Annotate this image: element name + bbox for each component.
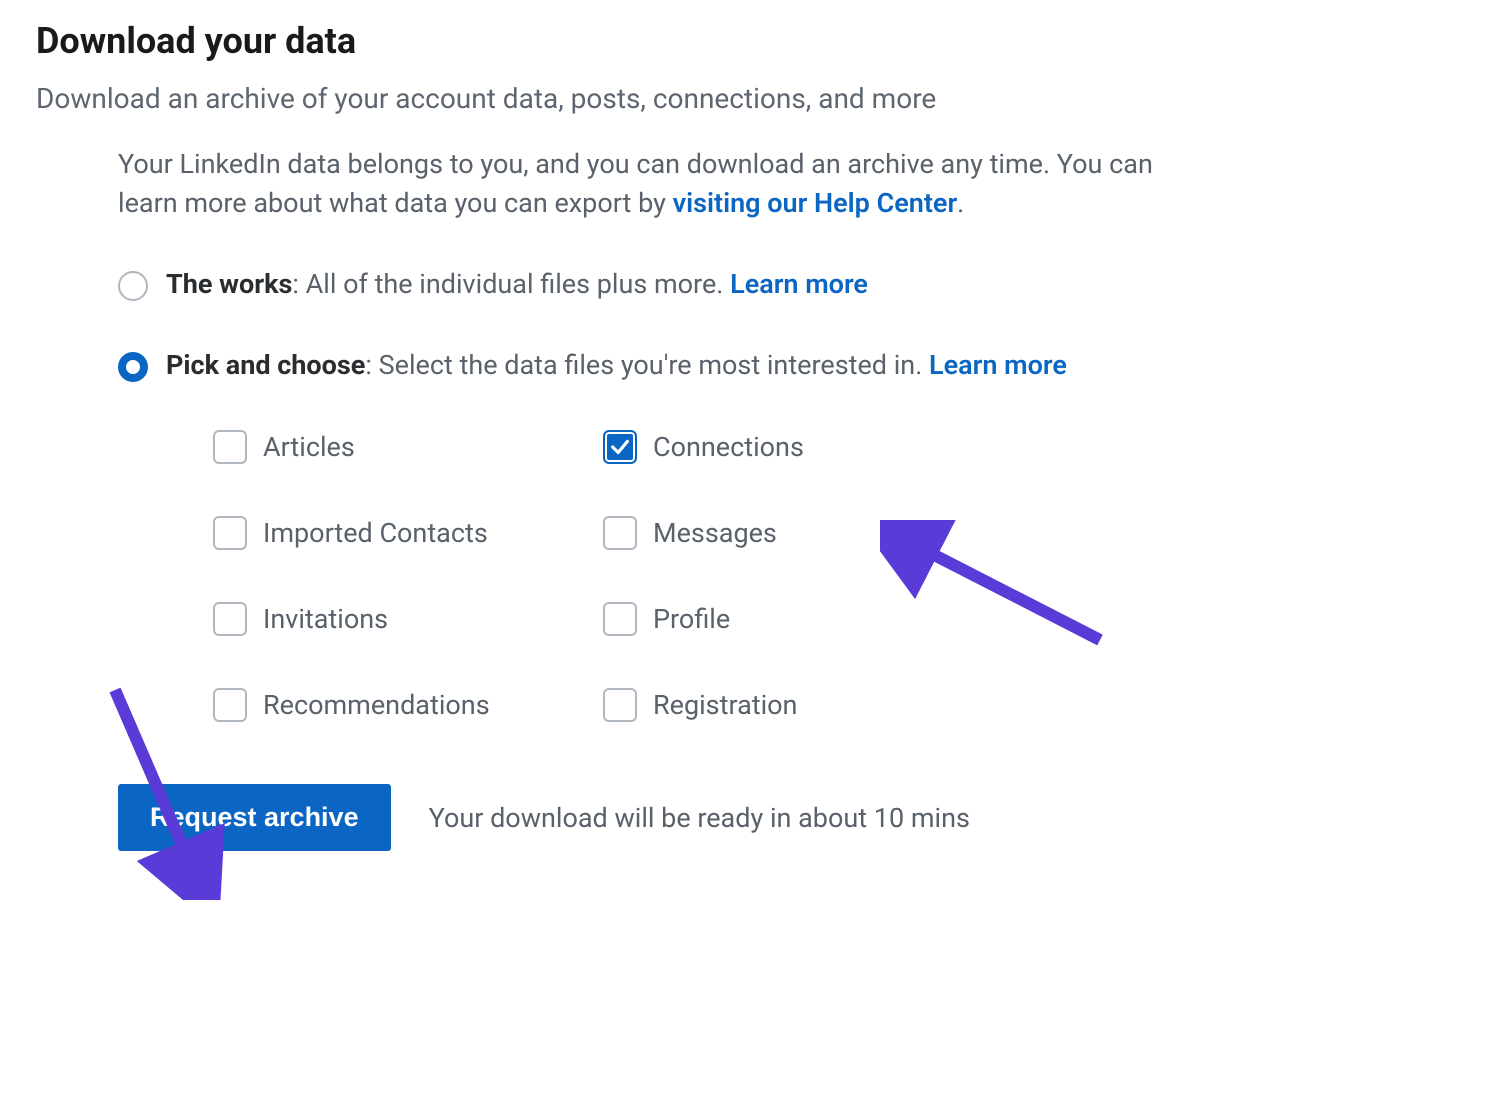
download-ready-text: Your download will be ready in about 10 … <box>429 802 970 834</box>
checkbox-recommendations[interactable] <box>213 688 247 722</box>
checkbox-messages[interactable] <box>603 516 637 550</box>
checkbox-label-registration: Registration <box>653 689 797 721</box>
checkbox-item-registration[interactable]: Registration <box>603 688 973 722</box>
action-row: Request archive Your download will be re… <box>118 784 1464 851</box>
help-center-link[interactable]: visiting our Help Center <box>673 187 958 219</box>
checkbox-item-recommendations[interactable]: Recommendations <box>213 688 583 722</box>
radio-text-pick-and-choose: : Select the data files you're most inte… <box>365 349 929 381</box>
checkbox-item-invitations[interactable]: Invitations <box>213 602 583 636</box>
checkbox-profile[interactable] <box>603 602 637 636</box>
checkbox-item-connections[interactable]: Connections <box>603 430 973 464</box>
checkbox-item-messages[interactable]: Messages <box>603 516 973 550</box>
checkbox-imported-contacts[interactable] <box>213 516 247 550</box>
checkbox-label-messages: Messages <box>653 517 777 549</box>
radio-bold-pick-and-choose: Pick and choose <box>166 349 365 381</box>
learn-more-pick-and-choose[interactable]: Learn more <box>929 349 1067 381</box>
radio-label-the-works: The works: All of the individual files p… <box>166 268 868 300</box>
radio-bold-the-works: The works <box>166 268 292 300</box>
info-text-prefix: Your LinkedIn data belongs to you, and y… <box>118 148 1153 219</box>
radio-option-the-works[interactable]: The works: All of the individual files p… <box>118 268 1464 301</box>
checkbox-grid: Articles Connections Imported Contacts Mess… <box>213 430 973 722</box>
checkbox-label-imported-contacts: Imported Contacts <box>263 517 488 549</box>
info-paragraph: Your LinkedIn data belongs to you, and y… <box>118 145 1198 223</box>
checkbox-item-imported-contacts[interactable]: Imported Contacts <box>213 516 583 550</box>
checkbox-label-profile: Profile <box>653 603 730 635</box>
request-archive-button[interactable]: Request archive <box>118 784 391 851</box>
checkbox-registration[interactable] <box>603 688 637 722</box>
radio-option-pick-and-choose[interactable]: Pick and choose: Select the data files y… <box>118 349 1464 382</box>
checkbox-invitations[interactable] <box>213 602 247 636</box>
checkmark-icon <box>609 436 631 458</box>
info-text-suffix: . <box>957 187 964 219</box>
checkbox-label-recommendations: Recommendations <box>263 689 490 721</box>
radio-text-the-works: : All of the individual files plus more. <box>292 268 730 300</box>
radio-pick-and-choose[interactable] <box>118 352 148 382</box>
page-title: Download your data <box>36 20 1464 62</box>
checkbox-articles[interactable] <box>213 430 247 464</box>
radio-label-pick-and-choose: Pick and choose: Select the data files y… <box>166 349 1067 381</box>
checkbox-label-articles: Articles <box>263 431 355 463</box>
checkbox-item-profile[interactable]: Profile <box>603 602 973 636</box>
radio-the-works[interactable] <box>118 271 148 301</box>
checkbox-label-connections: Connections <box>653 431 804 463</box>
learn-more-the-works[interactable]: Learn more <box>730 268 868 300</box>
page-subtitle: Download an archive of your account data… <box>36 82 1464 115</box>
checkbox-item-articles[interactable]: Articles <box>213 430 583 464</box>
checkbox-label-invitations: Invitations <box>263 603 388 635</box>
checkbox-connections[interactable] <box>603 430 637 464</box>
